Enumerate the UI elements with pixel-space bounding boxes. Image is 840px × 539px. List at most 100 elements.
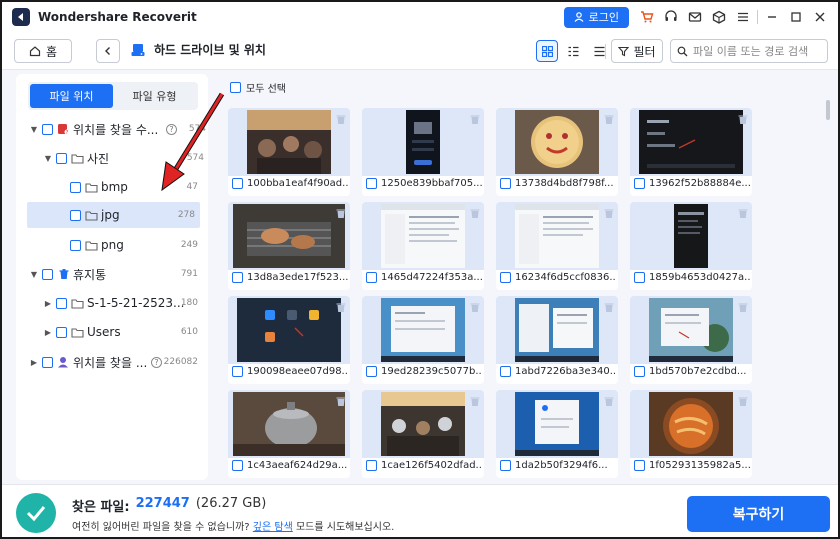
tree-checkbox[interactable] [42,356,53,368]
chevron-down-icon[interactable]: ▼ [28,270,40,279]
home-button[interactable]: 홈 [14,39,72,63]
file-card[interactable]: 100bba1eaf4f90ad... [228,108,350,196]
sidebar-tabs: 파일 위치 파일 유형 [28,82,198,110]
trash-icon [604,209,614,218]
file-checkbox[interactable] [232,272,243,283]
file-card[interactable]: 13d8a3ede17f523... [228,202,350,290]
login-button[interactable]: 로그인 [563,6,629,28]
file-checkbox[interactable] [232,178,243,189]
file-card[interactable]: 1465d47224f353a... [362,202,484,290]
back-button[interactable] [96,39,120,63]
file-card[interactable]: 13738d4bd8f798f... [496,108,618,196]
file-thumbnail [362,108,484,176]
tree-item-sid-folder[interactable]: ▶ S-1-5-21-2523... 180 [16,290,208,316]
file-name: 13738d4bd8f798f... [515,178,614,189]
file-thumbnail [630,390,752,458]
file-checkbox[interactable] [232,366,243,377]
package-icon[interactable] [707,6,731,28]
tree-checkbox[interactable] [56,152,67,164]
found-count: 227447 [135,496,190,511]
file-checkbox[interactable] [232,460,243,471]
tree-item-photos[interactable]: ▼ 사진 574 [16,145,208,171]
tree-checkbox[interactable] [56,297,67,309]
file-checkbox[interactable] [500,366,511,377]
file-card[interactable]: 1da2b50f3294f6... [496,390,618,478]
file-card[interactable]: 1f05293135982a5... [630,390,752,478]
file-card[interactable]: 16234f6d5ccf0836... [496,202,618,290]
select-all-checkbox[interactable] [230,82,241,93]
file-checkbox[interactable] [634,460,645,471]
file-card[interactable]: 190098eaee07d98... [228,296,350,384]
file-card[interactable]: 1abd7226ba3e340... [496,296,618,384]
breadcrumb: 하드 드라이브 및 위치 [130,41,266,58]
tree-checkbox[interactable] [70,181,81,193]
tab-file-location[interactable]: 파일 위치 [30,84,113,108]
hint-text-tail: 모드를 시도해보십시오. [295,522,395,533]
headset-icon[interactable] [659,6,683,28]
file-card[interactable]: 1cae126f5402dfad... [362,390,484,478]
title-divider [757,10,758,24]
home-label: 홈 [45,44,58,59]
chevron-right-icon[interactable]: ▶ [42,328,54,337]
nav-divider [605,44,606,59]
chevron-down-icon[interactable]: ▼ [42,154,54,163]
file-name: 13962f52b88884e... [649,178,750,189]
search-input[interactable] [693,44,823,58]
recover-button[interactable]: 복구하기 [687,496,830,532]
tree-checkbox[interactable] [70,209,81,221]
tree-item-png[interactable]: png 249 [16,232,208,258]
file-checkbox[interactable] [366,178,377,189]
filter-button[interactable]: 필터 [611,39,663,63]
file-checkbox[interactable] [366,366,377,377]
help-icon[interactable]: ? [151,356,162,368]
view-toggle [536,40,610,62]
chevron-right-icon[interactable]: ▶ [42,299,54,308]
tree-item-recycle-bin[interactable]: ▼ 휴지통 791 [16,261,208,287]
file-card[interactable]: 1250e839bbaf705... [362,108,484,196]
grid-scrollbar[interactable] [826,100,830,120]
file-checkbox[interactable] [500,178,511,189]
file-checkbox[interactable] [634,178,645,189]
file-card[interactable]: 19ed28239c5077b... [362,296,484,384]
file-card[interactable]: 1bd570b7e2cdbd... [630,296,752,384]
close-icon[interactable] [808,6,832,28]
list-view-icon[interactable] [588,40,610,62]
file-thumbnail [630,108,752,176]
tree-item-bmp[interactable]: bmp 47 [16,174,208,200]
tree-item-jpg[interactable]: jpg 278 [27,202,200,228]
tab-file-type[interactable]: 파일 유형 [113,84,196,108]
tree-count: 610 [180,327,198,337]
chevron-right-icon[interactable]: ▶ [28,358,40,367]
file-checkbox[interactable] [500,272,511,283]
tree-item-users[interactable]: ▶ Users 610 [16,319,208,345]
tree-checkbox[interactable] [70,239,81,251]
file-name: 13d8a3ede17f523... [247,272,348,283]
nav-bar: 홈 하드 드라이브 및 위치 필터 [2,32,838,70]
cart-icon[interactable] [635,6,659,28]
file-checkbox[interactable] [366,460,377,471]
file-checkbox[interactable] [634,366,645,377]
file-card[interactable]: 13962f52b88884e... [630,108,752,196]
file-checkbox[interactable] [500,460,511,471]
menu-icon[interactable] [731,6,755,28]
chevron-down-icon[interactable]: ▼ [28,125,40,134]
tree-checkbox[interactable] [42,123,53,135]
tree-item-lost-location[interactable]: ▼ ? 위치를 찾을 수... ? 574 [16,116,208,142]
found-summary: 찾은 파일: 227447 (26.27 GB) [72,496,266,515]
file-checkbox[interactable] [634,272,645,283]
file-card[interactable]: 1c43aeaf624d29a... [228,390,350,478]
maximize-icon[interactable] [784,6,808,28]
minimize-icon[interactable] [760,6,784,28]
file-card[interactable]: 1859b4653d0427a... [630,202,752,290]
detail-list-icon[interactable] [562,40,584,62]
tree-item-lost-location-2[interactable]: ▶ 위치를 찾을 ... ? 226082 [16,349,208,375]
deep-scan-link[interactable]: 깊은 탐색 [253,522,293,533]
select-all-label: 모두 선택 [246,84,286,95]
help-icon[interactable]: ? [166,123,177,135]
mail-icon[interactable] [683,6,707,28]
select-all[interactable]: 모두 선택 [230,80,286,95]
file-checkbox[interactable] [366,272,377,283]
tree-checkbox[interactable] [42,268,53,280]
tree-checkbox[interactable] [56,326,67,338]
grid-view-icon[interactable] [536,40,558,62]
